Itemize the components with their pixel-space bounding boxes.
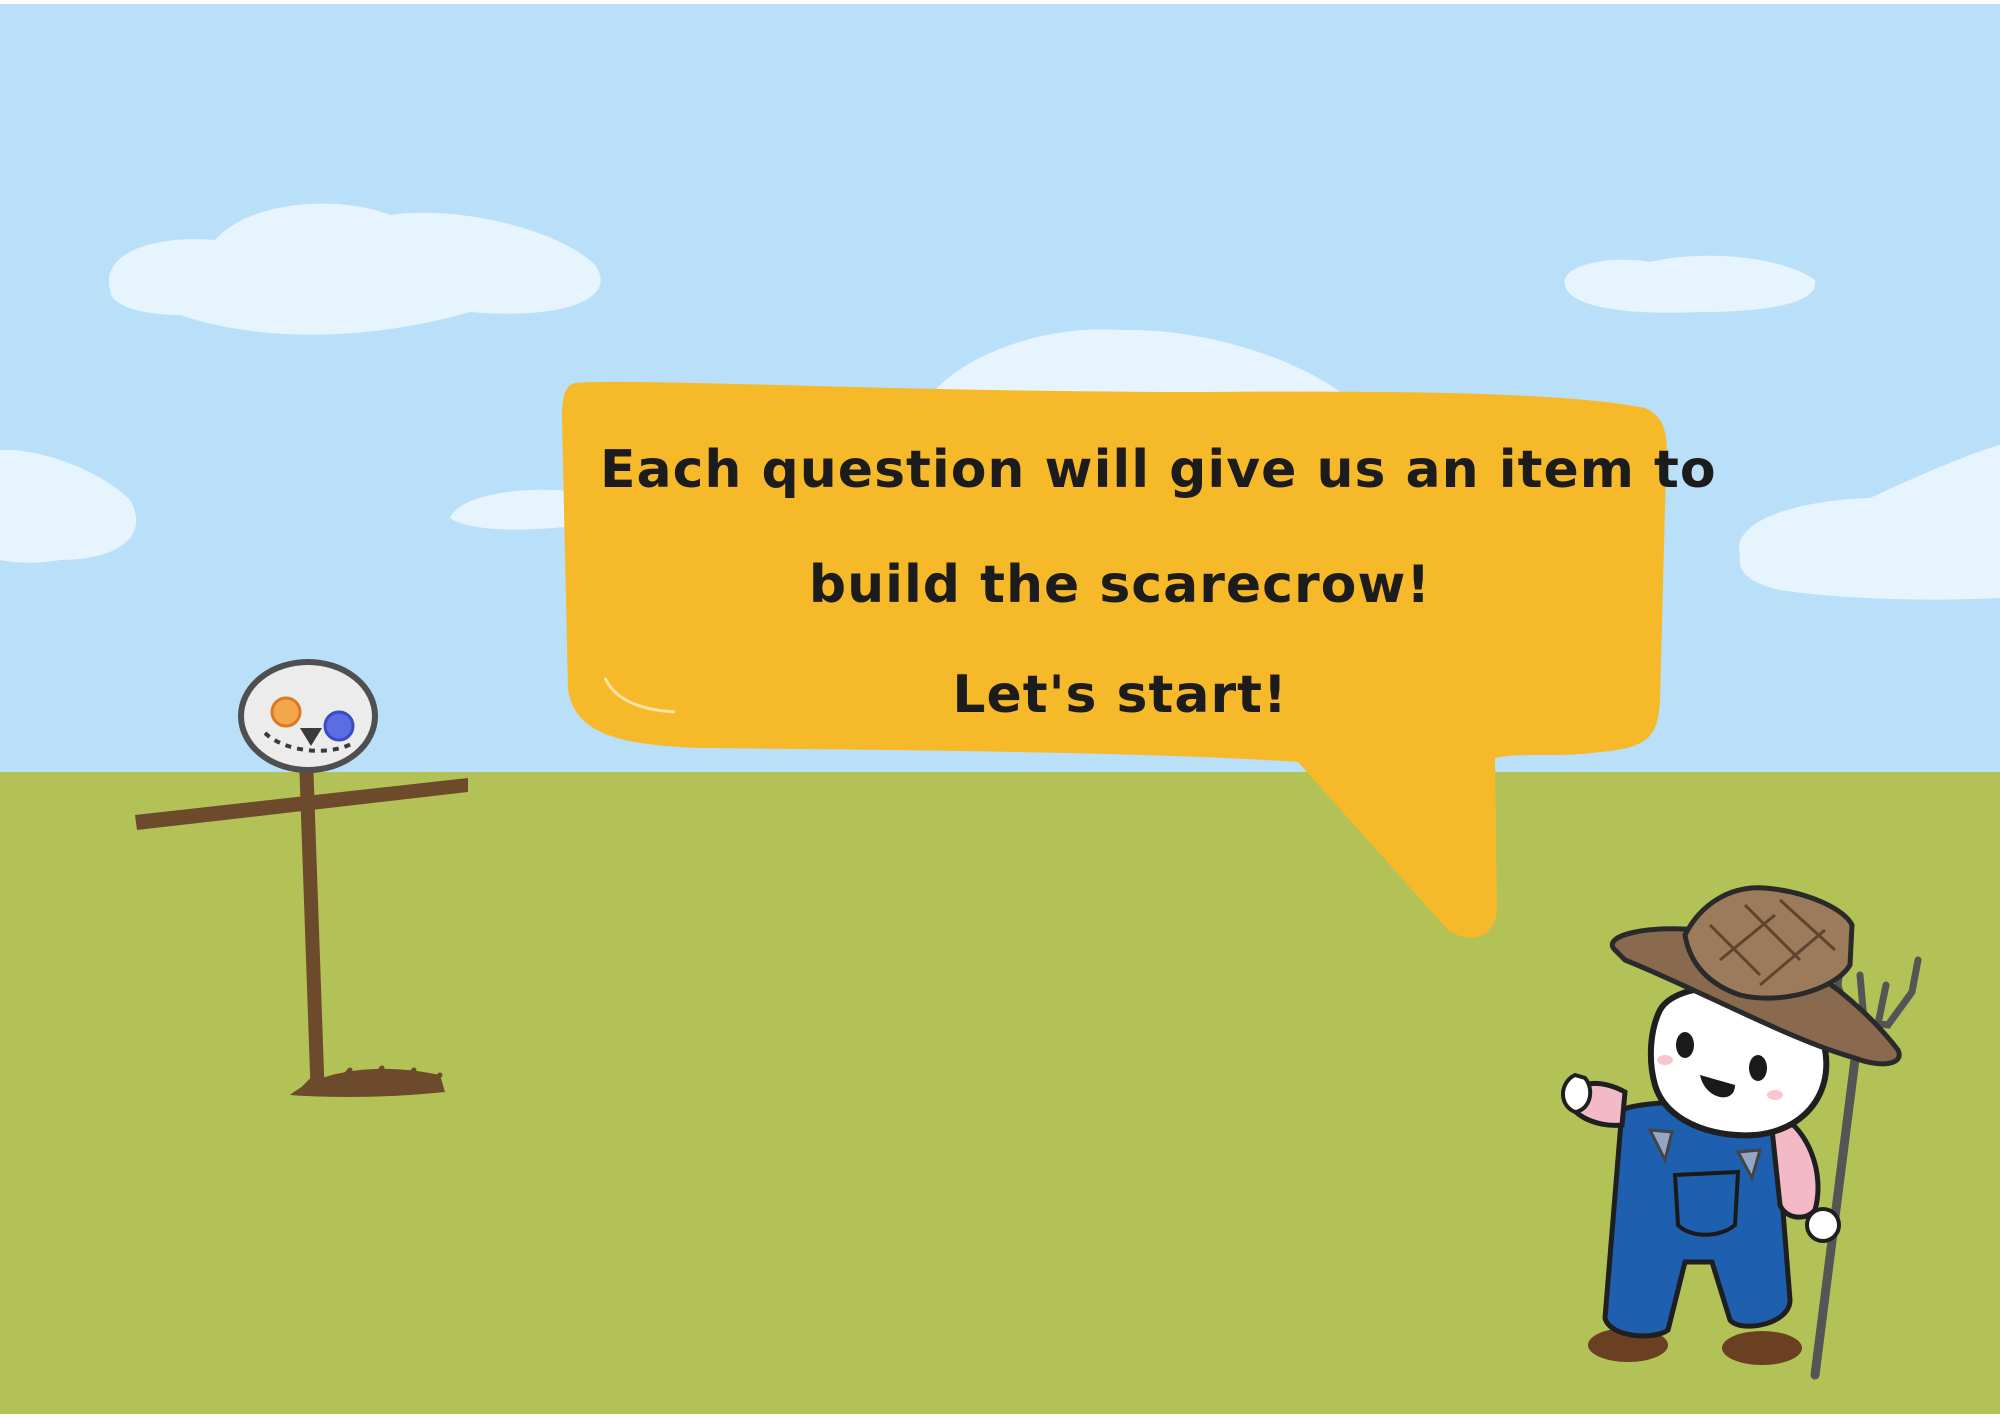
scarecrow-button-eye-orange [270, 696, 302, 728]
dialogue-line-2: build the scarecrow! [808, 555, 1432, 615]
dialogue-line-1: Each question will give us an item to [600, 440, 1717, 500]
farmer-blush-left [1657, 1055, 1673, 1065]
farmer-hand-left [1561, 1072, 1593, 1115]
scarecrow-button-eye-blue [323, 710, 355, 742]
dialogue-line-3: Let's start! [952, 665, 1288, 725]
farmer-blush-right [1767, 1090, 1783, 1100]
farmer-eye-right [1749, 1055, 1767, 1081]
game-scene: Each question will give us an item to bu… [0, 0, 2000, 1414]
scarecrow-head [238, 659, 378, 773]
cloud-right-top [1564, 255, 1816, 313]
farmer-hand-right [1805, 1207, 1841, 1243]
farmer-eye-left [1676, 1032, 1694, 1058]
farmer-boot-right [1722, 1331, 1802, 1365]
